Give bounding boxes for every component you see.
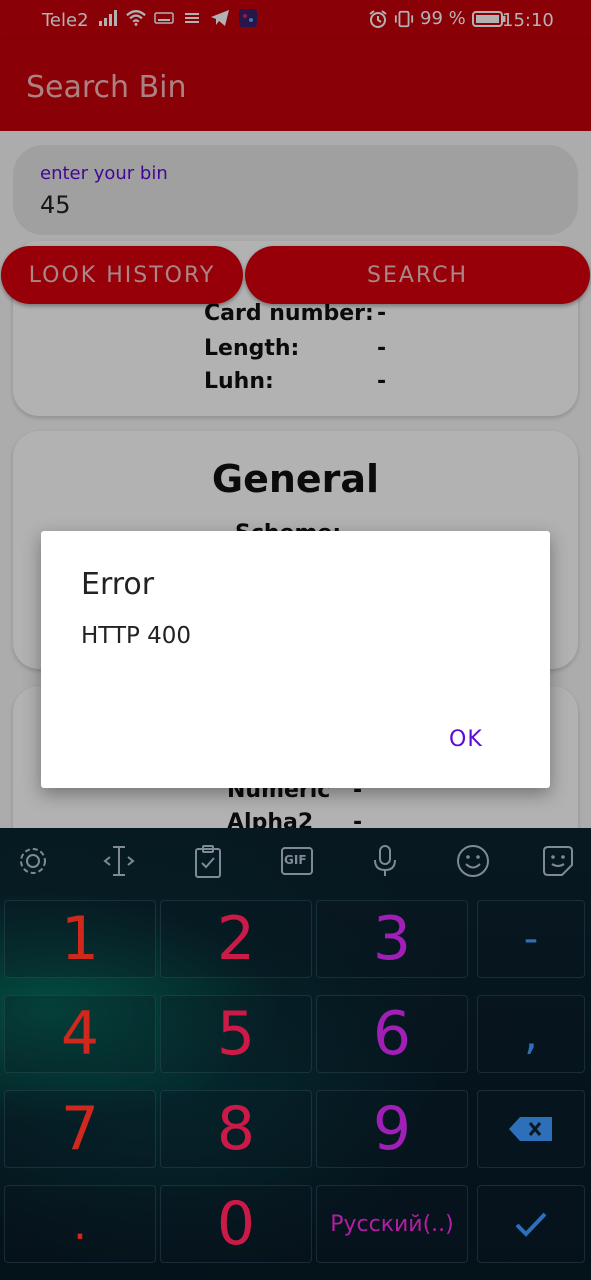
microphone-icon[interactable] xyxy=(366,842,404,880)
language-key[interactable]: Русский(..) xyxy=(316,1185,468,1263)
numeric-keyboard: GIF 1 2 3 - 4 5 6 , 7 8 9 . 0 Русский(..… xyxy=(0,828,591,1280)
dialog-title: Error xyxy=(81,567,155,602)
key-4[interactable]: 4 xyxy=(4,995,156,1073)
key-dot[interactable]: . xyxy=(4,1185,156,1263)
check-icon xyxy=(515,1212,547,1237)
error-dialog: Error HTTP 400 OK xyxy=(41,531,550,788)
backspace-key[interactable] xyxy=(477,1090,585,1168)
gif-icon[interactable]: GIF xyxy=(278,842,316,880)
clipboard-icon[interactable] xyxy=(189,842,227,880)
key-7[interactable]: 7 xyxy=(4,1090,156,1168)
enter-key[interactable] xyxy=(477,1185,585,1263)
cursor-move-icon[interactable] xyxy=(100,842,138,880)
backspace-icon xyxy=(509,1117,552,1141)
ok-button[interactable]: OK xyxy=(449,727,483,752)
gif-label: GIF xyxy=(284,853,307,867)
key-3[interactable]: 3 xyxy=(316,900,468,978)
gear-icon[interactable] xyxy=(14,842,52,880)
key-1[interactable]: 1 xyxy=(4,900,156,978)
key-0[interactable]: 0 xyxy=(160,1185,312,1263)
key-6[interactable]: 6 xyxy=(316,995,468,1073)
key-minus[interactable]: - xyxy=(477,900,585,978)
sticker-icon[interactable] xyxy=(539,842,577,880)
key-5[interactable]: 5 xyxy=(160,995,312,1073)
key-comma[interactable]: , xyxy=(477,995,585,1073)
dialog-message: HTTP 400 xyxy=(81,623,192,649)
key-9[interactable]: 9 xyxy=(316,1090,468,1168)
emoji-icon[interactable] xyxy=(454,842,492,880)
keyboard-toolbar: GIF xyxy=(0,828,591,894)
key-8[interactable]: 8 xyxy=(160,1090,312,1168)
key-2[interactable]: 2 xyxy=(160,900,312,978)
